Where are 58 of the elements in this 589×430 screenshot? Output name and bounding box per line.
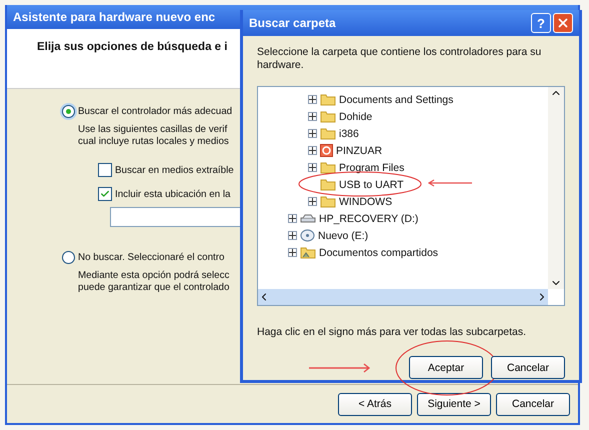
checkbox[interactable] (98, 187, 112, 201)
help-button[interactable]: ? (531, 13, 551, 33)
tree-item[interactable]: Documents and Settings (339, 94, 454, 106)
expand-toggle[interactable] (288, 231, 297, 240)
horizontal-scrollbar[interactable] (258, 289, 548, 305)
wizard-button[interactable]: Siguiente > (417, 392, 491, 416)
tree-item[interactable]: Nuevo (E:) (318, 230, 368, 242)
wizard-button[interactable]: < Atrás (338, 392, 412, 416)
option-description: puede garantizar que el controlado (78, 282, 230, 293)
option-label[interactable]: Buscar el controlador más adecuad (78, 106, 232, 117)
folder-icon (320, 178, 336, 191)
checkbox-label[interactable]: Incluir esta ubicación en la (115, 188, 230, 200)
option-description: cual incluye rutas locales y medios (78, 136, 229, 147)
folder-icon (320, 127, 336, 140)
folder-icon (320, 110, 336, 123)
arrow-icon (428, 179, 472, 187)
radio-button[interactable] (62, 105, 75, 118)
checkbox-label[interactable]: Buscar en medios extraíble (115, 164, 234, 176)
expand-toggle[interactable] (308, 95, 317, 104)
page-heading: Elija sus opciones de búsqueda e i (37, 41, 228, 53)
drive-icon (300, 214, 316, 224)
radio-button[interactable] (62, 251, 75, 264)
expand-toggle[interactable] (288, 214, 297, 223)
window-title: Asistente para hardware nuevo enc (13, 10, 216, 24)
tree-item[interactable]: Documentos compartidos (319, 246, 438, 258)
shared-folder-icon (300, 246, 316, 259)
disc-drive-icon (300, 229, 315, 242)
tree-item[interactable]: Dohide (339, 110, 372, 122)
tree-item[interactable]: HP_RECOVERY (D:) (319, 212, 418, 224)
tree-item[interactable]: i386 (339, 128, 359, 140)
tree-item[interactable]: Program Files (339, 162, 404, 174)
dialog-title: Buscar carpeta (249, 16, 336, 30)
close-button[interactable] (553, 13, 573, 33)
expand-toggle[interactable] (308, 129, 317, 138)
close-icon (556, 16, 570, 30)
dialog-button[interactable]: Cancelar (491, 356, 565, 379)
option-label[interactable]: No buscar. Seleccionaré el contro (78, 252, 224, 263)
dialog-prompt: Seleccione la carpeta que contiene los controladores para su hardware. (257, 46, 542, 72)
option-description: Mediante esta opción podrá selecc (78, 270, 230, 281)
folder-icon (320, 93, 336, 106)
tree-item[interactable]: WINDOWS (339, 196, 392, 208)
checkmark-icon (100, 189, 110, 199)
folder-icon (320, 161, 336, 174)
expand-toggle[interactable] (308, 163, 317, 172)
option-description: Use las siguientes casillas de verif (78, 124, 228, 135)
wizard-button[interactable]: Cancelar (496, 392, 570, 416)
folder-icon (320, 195, 336, 208)
dialog-button[interactable]: Aceptar (409, 356, 483, 379)
application-icon (320, 144, 333, 157)
expand-toggle[interactable] (308, 197, 317, 206)
arrow-icon (309, 362, 371, 372)
vertical-scrollbar[interactable] (548, 87, 564, 289)
dialog-hint: Haga clic en el signo más para ver todas las subcarpetas. (257, 326, 528, 338)
checkbox[interactable] (98, 163, 112, 177)
expand-toggle[interactable] (288, 248, 297, 257)
tree-item[interactable]: PINZUAR (336, 144, 382, 156)
expand-toggle[interactable] (308, 112, 317, 121)
expand-toggle[interactable] (308, 146, 317, 155)
